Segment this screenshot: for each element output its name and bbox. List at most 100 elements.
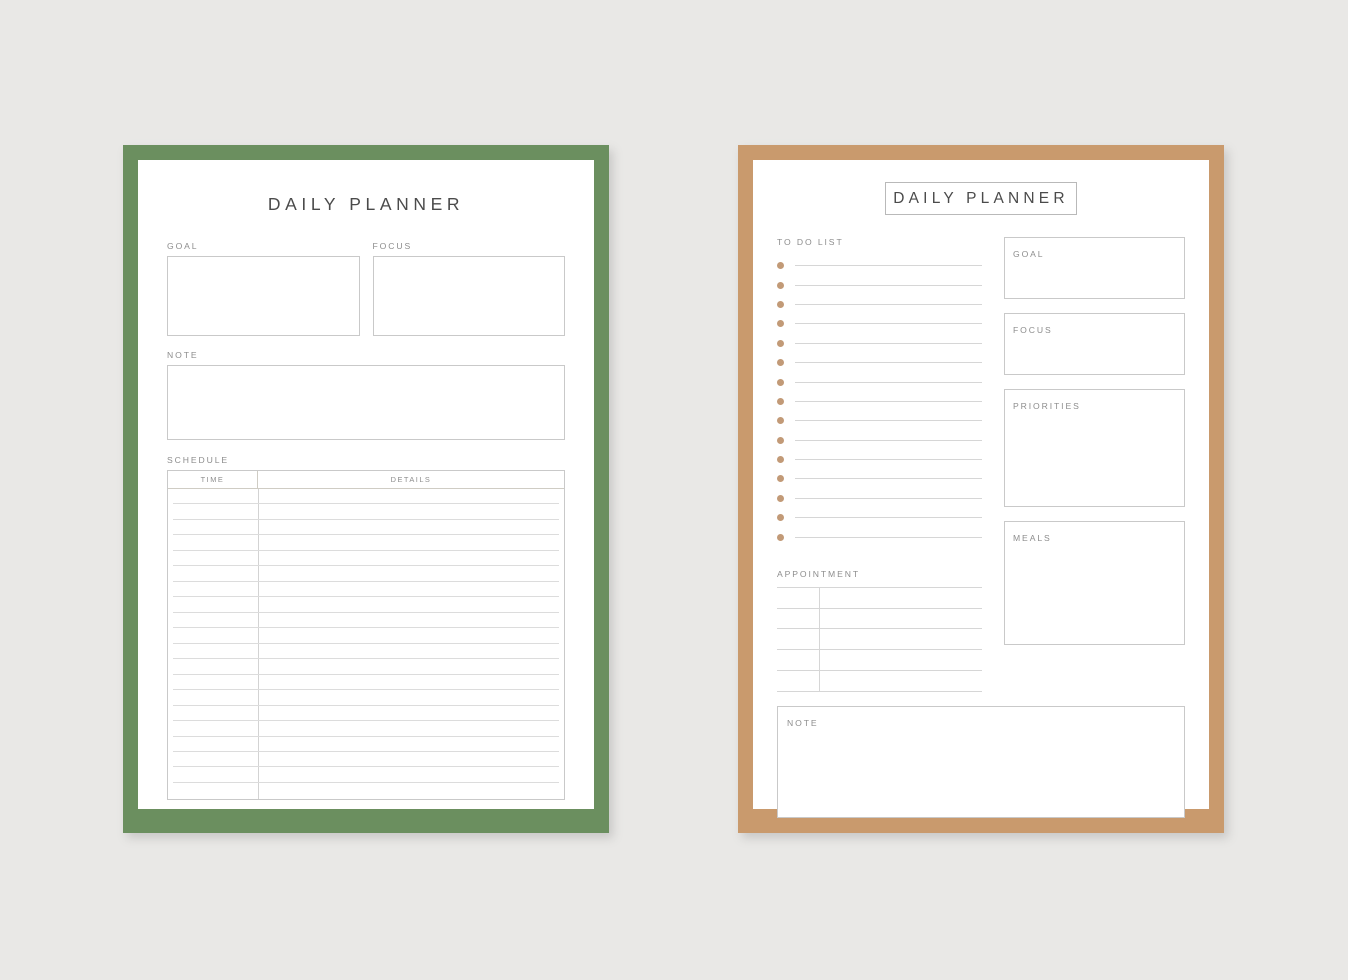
todo-list-item[interactable] xyxy=(777,411,982,430)
schedule-row[interactable] xyxy=(168,535,564,552)
todo-write-line xyxy=(795,420,982,422)
todo-write-line xyxy=(795,400,982,402)
todo-list-item[interactable] xyxy=(777,489,982,508)
todo-list-item[interactable] xyxy=(777,372,982,391)
schedule-row[interactable] xyxy=(168,706,564,722)
appointment-row[interactable] xyxy=(777,671,982,692)
schedule-row[interactable] xyxy=(168,752,564,768)
schedule-row[interactable] xyxy=(168,737,564,753)
green-focus-label: FOCUS xyxy=(372,241,413,251)
todo-write-line xyxy=(795,517,982,519)
tan-page-title-box: DAILY PLANNER xyxy=(885,182,1077,215)
green-planner-sheet: DAILY PLANNER GOAL FOCUS NOTE SCHEDULE T… xyxy=(138,160,594,809)
tan-right-column: GOAL FOCUS PRIORITIES MEALS xyxy=(1004,237,1185,692)
todo-list-item[interactable] xyxy=(777,508,982,527)
schedule-row[interactable] xyxy=(168,659,564,676)
todo-write-line xyxy=(795,323,982,325)
tan-planner-card: DAILY PLANNER TO DO LIST APPOINTMENT GOA… xyxy=(738,145,1224,833)
appointment-group: APPOINTMENT xyxy=(777,569,982,692)
tan-goal-box[interactable]: GOAL xyxy=(1004,237,1185,299)
schedule-row-list xyxy=(168,489,564,799)
schedule-row[interactable] xyxy=(168,597,564,614)
tan-note-label: NOTE xyxy=(787,717,819,728)
bullet-icon xyxy=(777,300,784,308)
tan-meals-box[interactable]: MEALS xyxy=(1004,521,1185,645)
schedule-row[interactable] xyxy=(168,504,564,521)
schedule-column-time-label: TIME xyxy=(200,475,225,484)
planner-canvas: DAILY PLANNER GOAL FOCUS NOTE SCHEDULE T… xyxy=(0,0,1348,980)
schedule-row[interactable] xyxy=(168,783,564,798)
todo-write-line xyxy=(795,381,982,383)
tan-two-column-layout: TO DO LIST APPOINTMENT GOAL FOCUS PRIORI… xyxy=(777,237,1185,692)
schedule-row[interactable] xyxy=(168,675,564,691)
bullet-icon xyxy=(777,417,784,425)
tan-note-box[interactable]: NOTE xyxy=(777,705,1185,818)
schedule-row[interactable] xyxy=(168,566,564,583)
green-schedule-label: SCHEDULE xyxy=(167,455,229,465)
todo-write-line xyxy=(795,265,982,267)
schedule-row[interactable] xyxy=(168,613,564,629)
todo-write-line xyxy=(795,478,982,480)
green-planner-content: DAILY PLANNER GOAL FOCUS NOTE SCHEDULE T… xyxy=(138,160,594,809)
todo-list-item[interactable] xyxy=(777,256,982,275)
bullet-icon xyxy=(777,378,784,386)
green-note-group: NOTE xyxy=(167,350,565,440)
todo-list-item[interactable] xyxy=(777,450,982,469)
bullet-icon xyxy=(777,320,784,328)
schedule-row[interactable] xyxy=(168,628,564,645)
todo-list-item[interactable] xyxy=(777,295,982,314)
schedule-row[interactable] xyxy=(168,551,564,567)
bullet-icon xyxy=(777,475,784,483)
schedule-row[interactable] xyxy=(168,644,564,660)
appointment-label: APPOINTMENT xyxy=(777,568,860,579)
green-page-title: DAILY PLANNER xyxy=(267,194,465,214)
schedule-row[interactable] xyxy=(168,489,564,505)
schedule-row[interactable] xyxy=(168,582,564,598)
schedule-row[interactable] xyxy=(168,690,564,707)
appointment-row-list xyxy=(777,588,982,692)
tan-priorities-box[interactable]: PRIORITIES xyxy=(1004,389,1185,507)
green-note-label: NOTE xyxy=(167,350,199,360)
green-goal-label: GOAL xyxy=(167,241,199,251)
appointment-row[interactable] xyxy=(777,629,982,651)
bullet-icon xyxy=(777,456,784,464)
bullet-icon xyxy=(777,533,784,541)
green-goal-input[interactable] xyxy=(167,256,360,336)
todo-list-item[interactable] xyxy=(777,275,982,294)
bullet-icon xyxy=(777,339,784,347)
appointment-row[interactable] xyxy=(777,588,982,609)
schedule-table-body xyxy=(168,489,564,799)
bullet-icon xyxy=(777,262,784,270)
todo-write-line xyxy=(795,439,982,441)
bullet-icon xyxy=(777,397,784,405)
todo-list-item[interactable] xyxy=(777,392,982,411)
schedule-table: TIME DETAILS xyxy=(167,470,565,800)
todo-list-item[interactable] xyxy=(777,314,982,333)
todo-write-line xyxy=(795,362,982,364)
bullet-icon xyxy=(777,359,784,367)
schedule-table-header: TIME DETAILS xyxy=(168,471,564,489)
todo-list-item[interactable] xyxy=(777,353,982,372)
green-note-input[interactable] xyxy=(167,365,565,440)
bullet-icon xyxy=(777,436,784,444)
tan-focus-box[interactable]: FOCUS xyxy=(1004,313,1185,375)
green-focus-group: FOCUS xyxy=(372,241,565,336)
todo-write-line xyxy=(795,459,982,461)
green-planner-card: DAILY PLANNER GOAL FOCUS NOTE SCHEDULE T… xyxy=(123,145,609,833)
todo-list-item[interactable] xyxy=(777,469,982,488)
todo-write-line xyxy=(795,284,982,286)
schedule-row[interactable] xyxy=(168,520,564,536)
todo-list-item[interactable] xyxy=(777,431,982,450)
todo-write-line xyxy=(795,342,982,344)
appointment-row[interactable] xyxy=(777,650,982,672)
todo-list-item[interactable] xyxy=(777,527,982,546)
schedule-row[interactable] xyxy=(168,767,564,784)
green-focus-input[interactable] xyxy=(372,256,565,336)
tan-note-group: NOTE xyxy=(777,705,1185,818)
todo-list-item[interactable] xyxy=(777,334,982,353)
todo-write-line xyxy=(795,303,982,305)
tan-page-title: DAILY PLANNER xyxy=(893,189,1069,207)
todo-list xyxy=(777,256,982,547)
schedule-row[interactable] xyxy=(168,721,564,737)
appointment-row[interactable] xyxy=(777,609,982,630)
